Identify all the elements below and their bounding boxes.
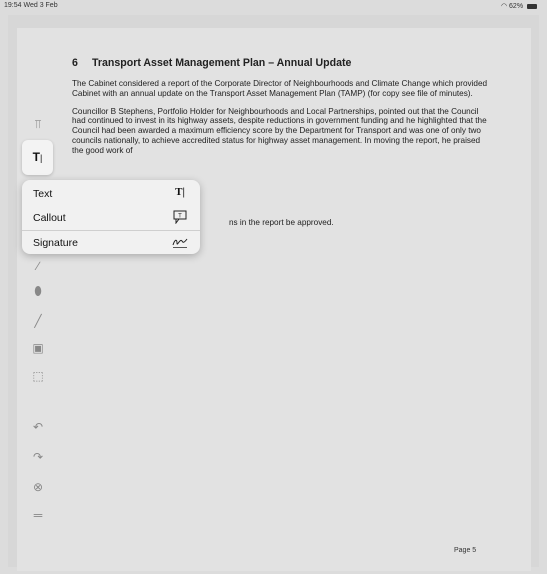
text-tool-button[interactable]: T| bbox=[22, 140, 53, 175]
callout-icon: T bbox=[172, 210, 188, 225]
menu-item-signature[interactable]: Signature bbox=[22, 230, 200, 254]
section-number: 6 bbox=[72, 57, 78, 69]
status-time: 19:54 Wed 3 Feb bbox=[4, 2, 58, 9]
highlighter-icon[interactable]: ⫪ bbox=[27, 115, 49, 133]
menu-item-label: Signature bbox=[33, 237, 78, 249]
page-number: Page 5 bbox=[454, 547, 477, 554]
close-icon[interactable]: ⊗ bbox=[27, 478, 49, 496]
undo-icon[interactable]: ↶ bbox=[27, 418, 49, 436]
paragraph-1: The Cabinet considered a report of the C… bbox=[72, 79, 488, 98]
document-content: 6 Transport Asset Management Plan – Annua… bbox=[72, 57, 492, 164]
signature-icon bbox=[172, 235, 188, 249]
svg-text:T: T bbox=[178, 214, 182, 220]
eraser-icon[interactable]: ⬮ bbox=[27, 282, 49, 300]
battery-percent: 62% bbox=[509, 3, 524, 10]
menu-item-label: Text bbox=[33, 188, 53, 200]
selection-icon[interactable]: ⬚ bbox=[27, 367, 49, 385]
redo-icon[interactable]: ↷ bbox=[27, 448, 49, 466]
section-heading: 6 Transport Asset Management Plan – Annua… bbox=[72, 57, 492, 69]
menu-icon[interactable]: ═ bbox=[27, 506, 49, 524]
image-icon[interactable]: ▣ bbox=[27, 339, 49, 357]
battery-icon bbox=[527, 3, 537, 9]
partial-resolution-text: ns in the report be approved. bbox=[229, 218, 334, 227]
status-right: ◠ 62% bbox=[501, 2, 537, 10]
menu-item-label: Callout bbox=[33, 212, 66, 224]
brush-icon[interactable]: ∕ bbox=[27, 257, 49, 275]
menu-item-callout[interactable]: Callout T bbox=[22, 206, 200, 230]
line-icon[interactable]: ╱ bbox=[27, 312, 49, 330]
paragraph-2: Councillor B Stephens, Portfolio Holder … bbox=[72, 106, 487, 155]
status-bar: 19:54 Wed 3 Feb ◠ 62% bbox=[0, 0, 547, 14]
wifi-icon: ◠ bbox=[500, 3, 508, 10]
annotation-toolbar: ⫪ T| ─ ∕ ⬮ ╱ ▣ ⬚ ↶ ↷ ⊗ ═ bbox=[22, 107, 56, 527]
text-tool-icon: T| bbox=[175, 186, 185, 198]
text-tool-menu: Text T| Callout T Signature bbox=[22, 180, 200, 254]
section-title: Transport Asset Management Plan – Annual… bbox=[92, 57, 352, 69]
menu-item-text[interactable]: Text T| bbox=[22, 182, 200, 206]
